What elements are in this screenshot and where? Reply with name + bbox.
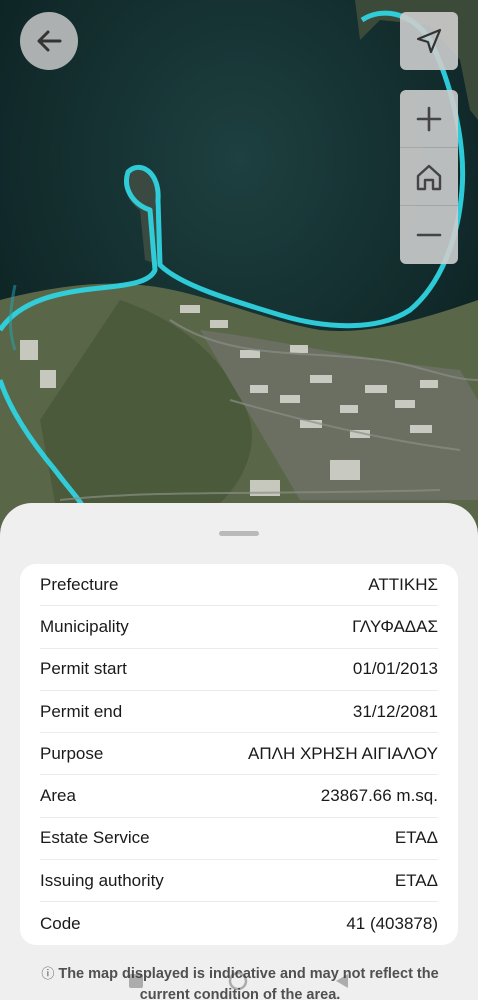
zoom-in-button[interactable] [400,90,458,148]
detail-label: Municipality [40,616,129,636]
detail-row-estate-service: Estate Service ΕΤΑΔ [40,818,438,861]
detail-row-permit-end: Permit end 31/12/2081 [40,691,438,734]
details-card: Prefecture ΑΤΤΙΚΗΣ Municipality ΓΛΥΦΑΔΑΣ… [20,564,458,945]
detail-row-code: Code 41 (403878) [40,902,438,944]
recents-icon[interactable] [126,971,146,991]
detail-value: ΑΤΤΙΚΗΣ [368,574,438,594]
detail-value: ΓΛΥΦΑΔΑΣ [352,616,438,636]
map-controls [400,90,458,264]
detail-value: 41 (403878) [346,913,438,933]
detail-label: Prefecture [40,574,119,594]
detail-row-purpose: Purpose ΑΠΛΗ ΧΡΗΣΗ ΑΙΓΙΑΛΟΥ [40,733,438,776]
zoom-out-button[interactable] [400,206,458,264]
detail-value: ΑΠΛΗ ΧΡΗΣΗ ΑΙΓΙΑΛΟΥ [248,743,438,763]
detail-label: Issuing authority [40,870,164,890]
detail-label: Estate Service [40,828,150,848]
detail-label: Code [40,913,81,933]
back-button[interactable] [20,12,78,70]
sheet-drag-handle[interactable] [219,531,259,536]
arrow-left-icon [37,30,62,52]
satellite-map-image [0,0,478,530]
home-circle-icon[interactable] [228,971,248,991]
detail-label: Area [40,786,76,806]
map-view[interactable] [0,0,478,530]
detail-label: Permit end [40,701,123,721]
plus-icon [416,106,442,131]
detail-row-prefecture: Prefecture ΑΤΤΙΚΗΣ [40,564,438,607]
details-bottom-sheet: Prefecture ΑΤΤΙΚΗΣ Municipality ΓΛΥΦΑΔΑΣ… [0,503,478,1000]
detail-value: 23867.66 m.sq. [320,786,438,806]
navigation-arrow-icon [416,28,442,54]
detail-value: 01/01/2013 [352,659,438,679]
detail-value: ΕΤΑΔ [394,870,438,890]
detail-label: Permit start [40,659,127,679]
home-button[interactable] [400,148,458,206]
detail-value: ΕΤΑΔ [394,828,438,848]
detail-row-issuing-authority: Issuing authority ΕΤΑΔ [40,860,438,903]
home-icon [416,164,442,190]
detail-label: Purpose [40,743,104,763]
detail-row-permit-start: Permit start 01/01/2013 [40,649,438,691]
system-navigation-bar [0,968,478,1000]
locate-button[interactable] [400,12,458,70]
detail-value: 31/12/2081 [352,701,438,721]
minus-icon [416,233,442,237]
detail-row-municipality: Municipality ΓΛΥΦΑΔΑΣ [40,606,438,649]
detail-row-area: Area 23867.66 m.sq. [40,775,438,818]
back-triangle-icon[interactable] [332,971,352,991]
